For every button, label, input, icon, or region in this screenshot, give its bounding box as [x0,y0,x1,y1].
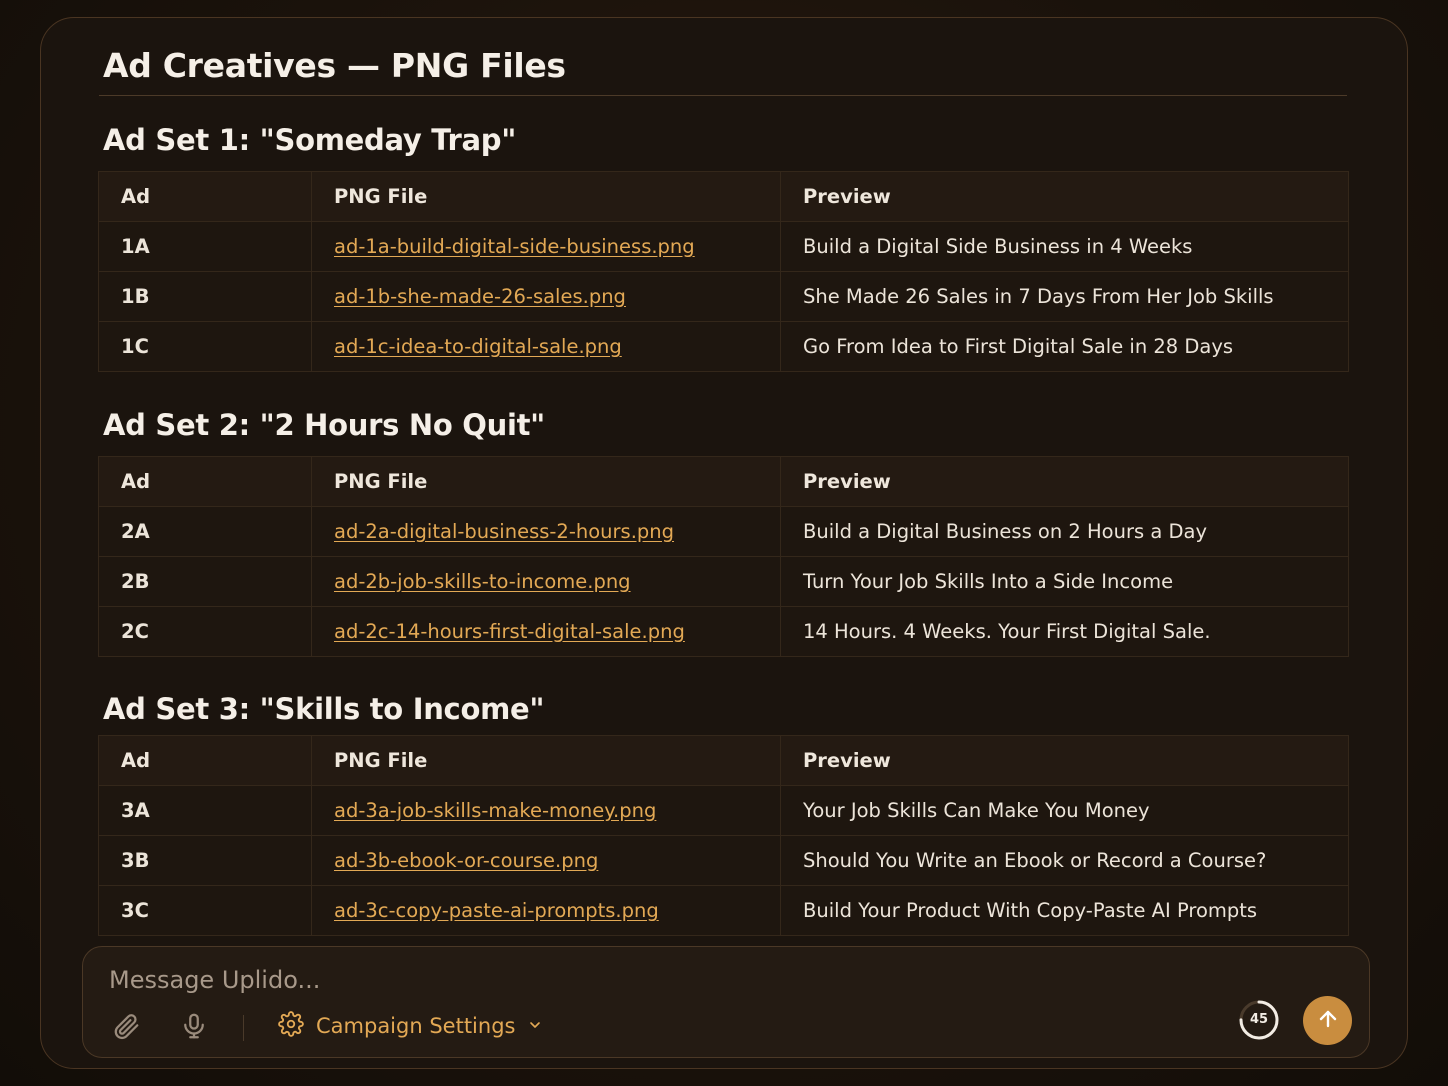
ad-id: 3C [98,885,312,936]
table-header-row: Ad PNG File Preview [98,456,1349,507]
arrow-up-icon [1316,1007,1340,1035]
table-row: 2B ad-2b-job-skills-to-income.png Turn You… [98,556,1349,607]
toolbar-divider [243,1015,244,1041]
column-header-file: PNG File [311,735,781,786]
table-row: 1C ad-1c-idea-to-digital-sale.png Go From … [98,321,1349,372]
ad-id: 2B [98,556,312,607]
ad-id: 1A [98,221,312,272]
message-composer: Campaign Settings 45 [82,946,1370,1058]
file-cell: ad-1b-she-made-26-sales.png [311,271,781,322]
ad-id: 3A [98,785,312,836]
table-row: 2C ad-2c-14-hours-first-digital-sale.png 1… [98,606,1349,657]
file-cell: ad-1a-build-digital-side-business.png [311,221,781,272]
ad-id: 2C [98,606,312,657]
preview-text: 14 Hours. 4 Weeks. Your First Digital Sa… [780,606,1349,657]
png-file-link[interactable]: ad-3c-copy-paste-ai-prompts.png [334,899,659,922]
preview-text: Build a Digital Side Business in 4 Weeks [780,221,1349,272]
table-row: 3B ad-3b-ebook-or-course.png Should You Wr… [98,835,1349,886]
preview-text: Turn Your Job Skills Into a Side Income [780,556,1349,607]
ad-id: 1B [98,271,312,322]
column-header-ad: Ad [98,171,312,222]
preview-text: She Made 26 Sales in 7 Days From Her Job… [780,271,1349,322]
file-cell: ad-3a-job-skills-make-money.png [311,785,781,836]
table-header-row: Ad PNG File Preview [98,171,1349,222]
preview-text: Go From Idea to First Digital Sale in 28… [780,321,1349,372]
paperclip-icon[interactable] [111,1011,141,1041]
table-row: 3C ad-3c-copy-paste-ai-prompts.png Build Y… [98,885,1349,936]
preview-text: Build a Digital Business on 2 Hours a Da… [780,506,1349,557]
chat-panel: Ad Creatives — PNG Files Ad Set 1: "Some… [40,17,1408,1069]
preview-text: Build Your Product With Copy-Paste AI Pr… [780,885,1349,936]
file-cell: ad-3b-ebook-or-course.png [311,835,781,886]
column-header-preview: Preview [780,171,1349,222]
ad-id: 1C [98,321,312,372]
usage-counter: 45 [1238,999,1280,1041]
table-row: 3A ad-3a-job-skills-make-money.png Your Jo… [98,785,1349,836]
send-button[interactable] [1303,996,1352,1045]
file-cell: ad-2a-digital-business-2-hours.png [311,506,781,557]
png-file-link[interactable]: ad-2c-14-hours-first-digital-sale.png [334,620,685,643]
campaign-settings-button[interactable]: Campaign Settings [278,1010,543,1042]
png-file-link[interactable]: ad-1c-idea-to-digital-sale.png [334,335,622,358]
chevron-down-icon [527,1014,543,1038]
png-file-link[interactable]: ad-3b-ebook-or-course.png [334,849,598,872]
column-header-file: PNG File [311,171,781,222]
column-header-preview: Preview [780,735,1349,786]
png-file-link[interactable]: ad-3a-job-skills-make-money.png [334,799,656,822]
table-row: 1A ad-1a-build-digital-side-business.png B… [98,221,1349,272]
title-divider [99,95,1347,96]
ad-id: 2A [98,506,312,557]
page-title: Ad Creatives — PNG Files [103,46,566,85]
microphone-icon[interactable] [179,1011,209,1041]
ad-table: Ad PNG File Preview 2A ad-2a-digital-busines… [98,456,1349,657]
file-cell: ad-2c-14-hours-first-digital-sale.png [311,606,781,657]
ad-id: 3B [98,835,312,886]
file-cell: ad-2b-job-skills-to-income.png [311,556,781,607]
campaign-settings-label: Campaign Settings [316,1014,516,1038]
ad-table: Ad PNG File Preview 3A ad-3a-job-skills-make… [98,735,1349,936]
png-file-link[interactable]: ad-1a-build-digital-side-business.png [334,235,695,258]
preview-text: Should You Write an Ebook or Record a Co… [780,835,1349,886]
message-input[interactable] [109,963,1009,997]
ad-set-heading: Ad Set 2: "2 Hours No Quit" [103,408,545,442]
table-row: 1B ad-1b-she-made-26-sales.png She Made 26… [98,271,1349,322]
ad-set-heading: Ad Set 3: "Skills to Income" [103,692,545,726]
png-file-link[interactable]: ad-1b-she-made-26-sales.png [334,285,626,308]
column-header-ad: Ad [98,735,312,786]
png-file-link[interactable]: ad-2a-digital-business-2-hours.png [334,520,674,543]
png-file-link[interactable]: ad-2b-job-skills-to-income.png [334,570,631,593]
table-row: 2A ad-2a-digital-business-2-hours.png Buil… [98,506,1349,557]
column-header-file: PNG File [311,456,781,507]
usage-counter-value: 45 [1249,1012,1269,1027]
file-cell: ad-3c-copy-paste-ai-prompts.png [311,885,781,936]
column-header-ad: Ad [98,456,312,507]
ad-table: Ad PNG File Preview 1A ad-1a-build-digital-s… [98,171,1349,372]
ad-set-heading: Ad Set 1: "Someday Trap" [103,123,517,157]
gear-icon [278,1010,304,1042]
preview-text: Your Job Skills Can Make You Money [780,785,1349,836]
file-cell: ad-1c-idea-to-digital-sale.png [311,321,781,372]
table-header-row: Ad PNG File Preview [98,735,1349,786]
column-header-preview: Preview [780,456,1349,507]
